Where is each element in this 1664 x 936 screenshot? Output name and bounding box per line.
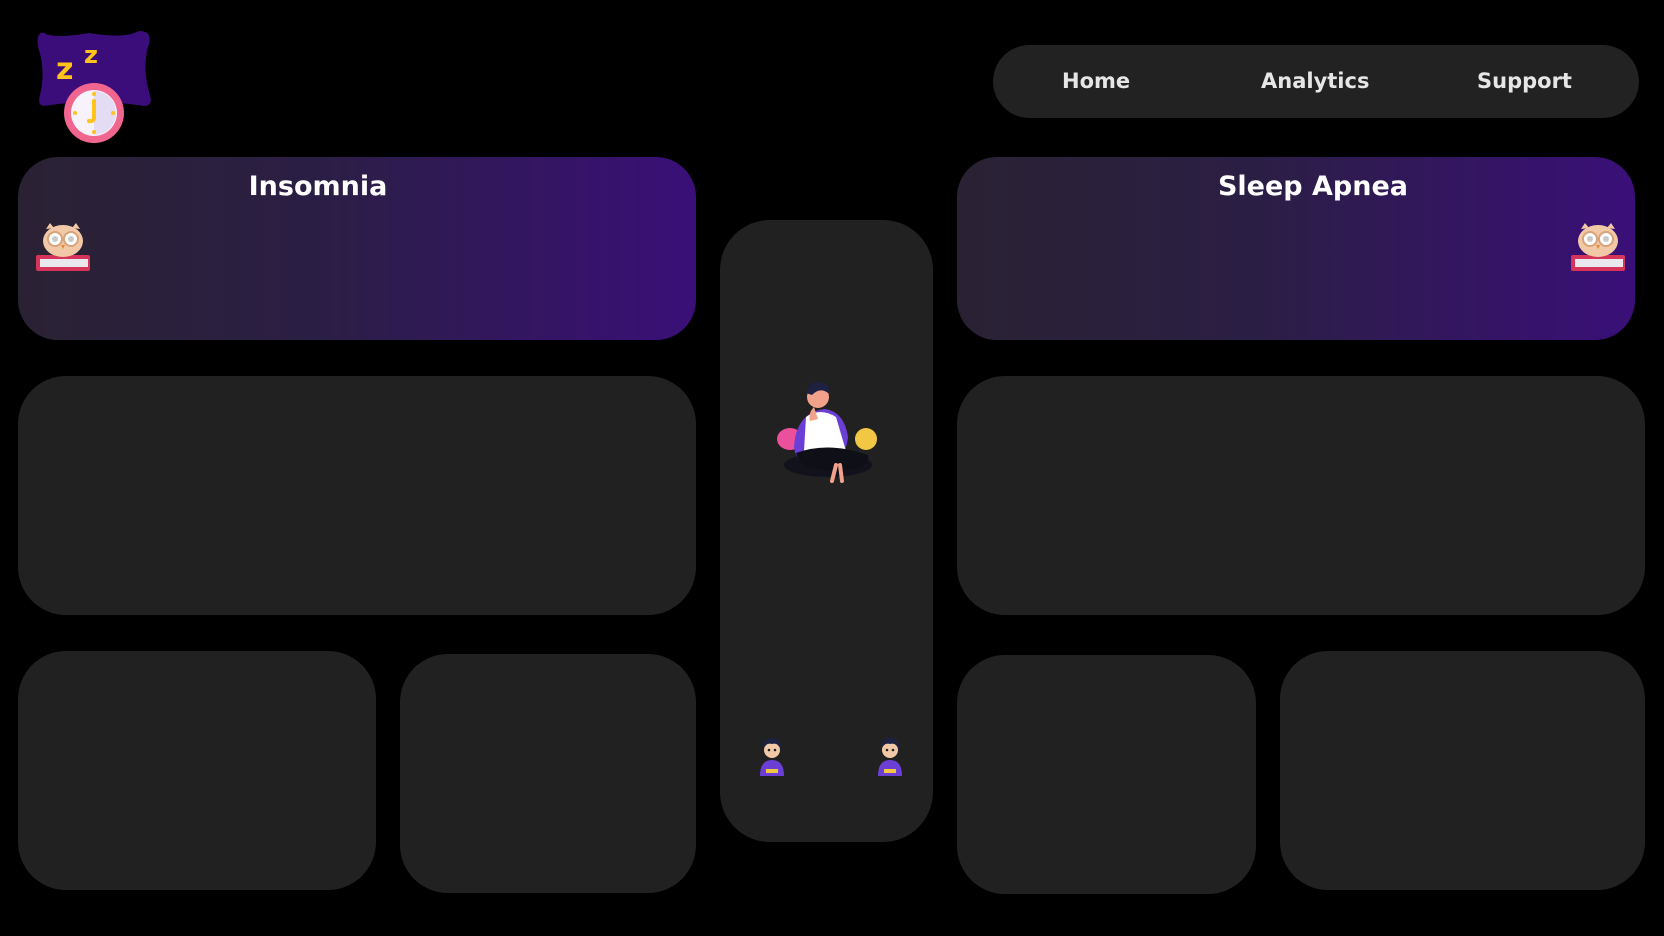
person-avatar-icon [760,738,784,776]
insomnia-title: Insomnia [248,171,388,202]
sleep-apnea-chart-card[interactable] [957,376,1645,615]
main-nav: Home Analytics Support [993,45,1639,118]
tired-person-sitting-illustration [777,382,877,483]
sleep-apnea-title: Sleep Apnea [1217,171,1409,202]
person-avatar-icon [878,738,902,776]
nav-home[interactable]: Home [1062,45,1130,118]
svg-text:z: z [84,41,98,69]
insomnia-panel[interactable]: Insomnia [18,157,696,340]
svg-text:z: z [56,52,73,87]
app-logo[interactable]: z z [34,25,154,145]
insomnia-chart-card[interactable] [18,376,696,615]
sleep-clock-logo-icon: z z [37,31,151,143]
insomnia-stat-card-2[interactable] [400,654,696,893]
owl-on-books-icon [1571,223,1625,271]
sleep-apnea-stat-card-1[interactable] [957,655,1256,894]
center-column-card [720,220,933,842]
owl-on-books-icon [36,223,90,271]
sleep-apnea-panel[interactable]: Sleep Apnea [957,157,1635,340]
insomnia-stat-card-1[interactable] [18,651,376,890]
sleep-apnea-stat-card-2[interactable] [1280,651,1645,890]
nav-analytics[interactable]: Analytics [1261,45,1369,118]
nav-support[interactable]: Support [1477,45,1572,118]
